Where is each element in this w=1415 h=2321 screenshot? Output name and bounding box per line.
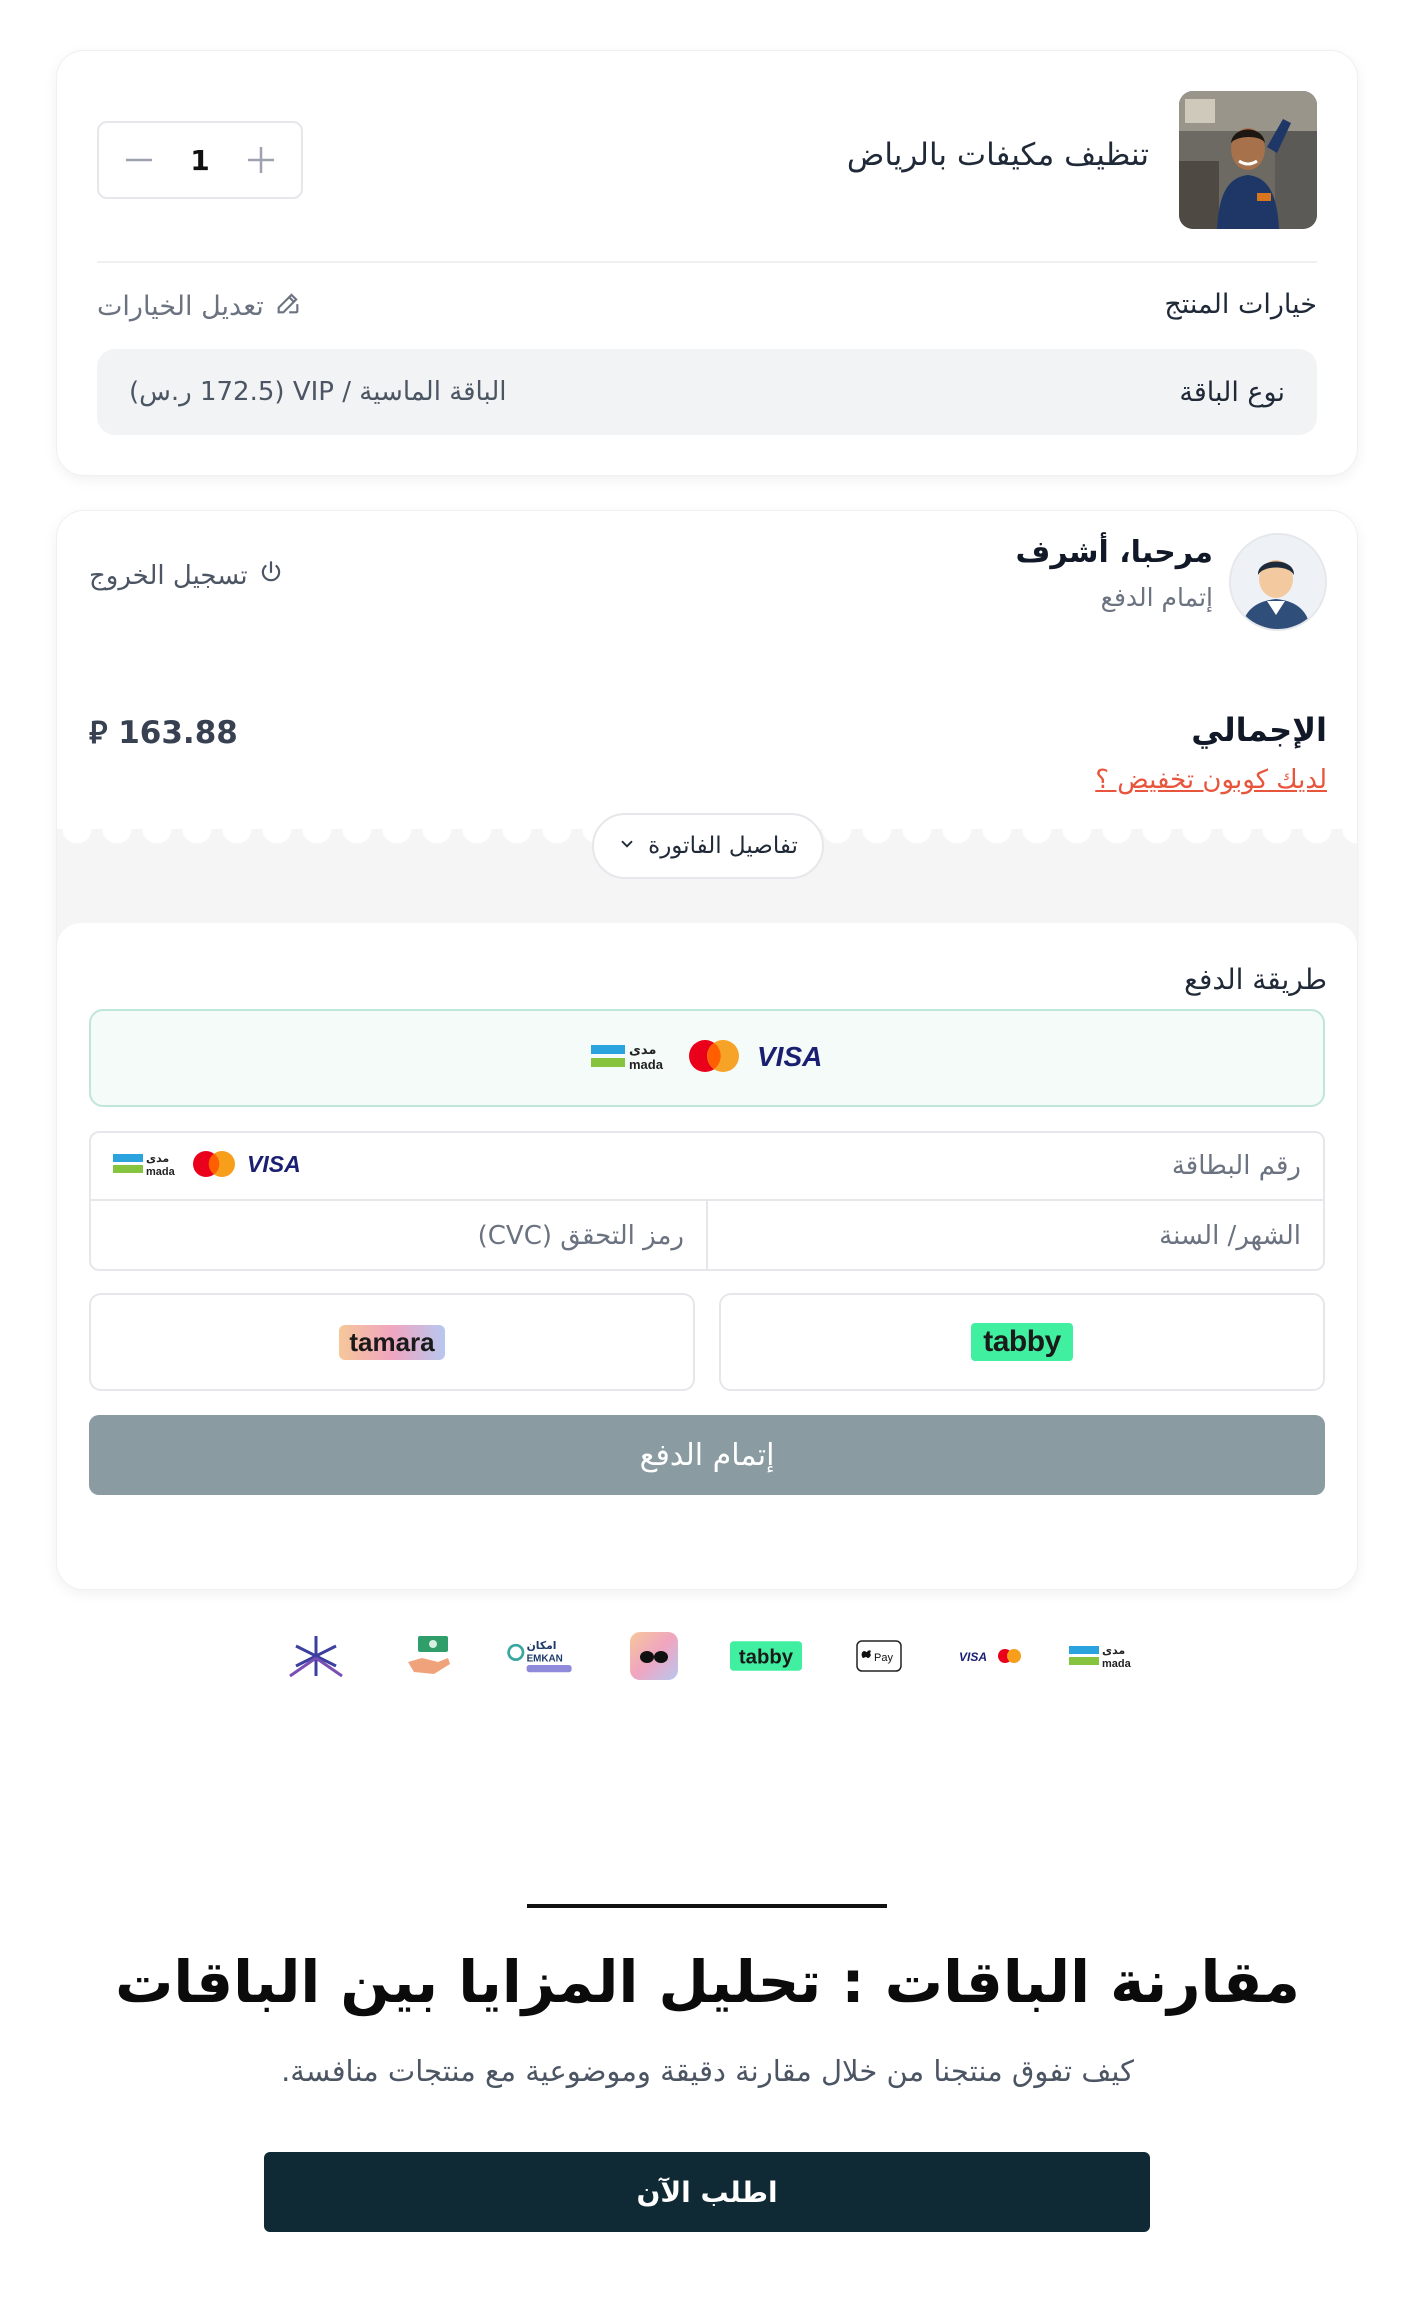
svg-text:VISA: VISA (959, 1650, 987, 1664)
invoice-details-toggle[interactable]: تفاصيل الفاتورة (592, 813, 824, 879)
tabby-logo-icon: tabby (730, 1628, 803, 1684)
card-details-row (91, 1201, 1323, 1271)
option-label: نوع الباقة (1179, 376, 1285, 408)
logout-label: تسجيل الخروج (89, 560, 248, 591)
tamara-app-icon (618, 1628, 690, 1684)
payment-brands-strip: امكان EMKAN tabby Pay VISA مدى mada (280, 1628, 1140, 1684)
svg-text:مدى: مدى (146, 1152, 169, 1165)
mastercard-icon (191, 1150, 237, 1182)
product-name: تنظيف مكيفات بالرياض (846, 137, 1149, 173)
edit-options-label: تعديل الخيارات (97, 291, 264, 322)
svg-text:Pay: Pay (874, 1652, 893, 1664)
quantity-value[interactable]: 1 (190, 144, 209, 177)
svg-text:VISA: VISA (247, 1151, 301, 1177)
mada-logo-icon: مدى mada (591, 1039, 673, 1077)
svg-text:مدى: مدى (629, 1043, 656, 1058)
svg-text:امكان: امكان (527, 1639, 557, 1652)
comparison-title: مقارنة الباقات : تحليل المزايا بين الباق… (115, 1948, 1300, 2016)
cvc-cell (91, 1201, 706, 1271)
product-options-title: خيارات المنتج (1164, 289, 1317, 320)
greeting: مرحبا، أشرف (1015, 535, 1213, 570)
logout-button[interactable]: تسجيل الخروج (89, 559, 284, 592)
avatar (1229, 533, 1327, 631)
svg-text:EMKAN: EMKAN (527, 1653, 563, 1664)
emkan-logo-icon: امكان EMKAN (505, 1628, 577, 1684)
tamara-option[interactable]: tamara (89, 1293, 695, 1391)
product-image (1179, 91, 1317, 229)
svg-text:mada: mada (629, 1057, 664, 1072)
mada-logo-icon: مدى mada (1068, 1628, 1140, 1684)
tabby-option[interactable]: tabby (719, 1293, 1325, 1391)
visa-icon: VISA (245, 1150, 303, 1182)
tabby-logo: tabby (971, 1323, 1073, 1361)
divider (97, 261, 1317, 263)
section-divider (527, 1904, 887, 1908)
card-number-input[interactable] (701, 1151, 1301, 1181)
option-value: الباقة الماسية / VIP (172.5 ر.س) (129, 377, 507, 407)
power-icon (258, 559, 284, 592)
chevron-down-icon (618, 833, 636, 859)
cash-on-delivery-icon (393, 1628, 465, 1684)
saudi-star-logo-icon (280, 1628, 352, 1684)
increase-quantity-button[interactable] (243, 142, 279, 178)
svg-text:mada: mada (146, 1166, 176, 1178)
decrease-quantity-button[interactable] (121, 142, 157, 178)
expiry-input[interactable] (730, 1221, 1301, 1251)
svg-text:مدى: مدى (1102, 1644, 1125, 1657)
expiry-cell (706, 1201, 1323, 1271)
tamara-logo: tamara (339, 1324, 445, 1360)
visa-mastercard-icon: VISA (955, 1628, 1027, 1684)
order-now-button[interactable]: اطلب الآن (264, 2152, 1150, 2232)
pencil-icon (274, 289, 302, 324)
svg-text:VISA: VISA (757, 1041, 822, 1072)
invoice-details-label: تفاصيل الفاتورة (648, 833, 798, 859)
comparison-subtitle: كيف تفوق منتجنا من خلال مقارنة دقيقة ومو… (281, 2054, 1134, 2088)
card-fields: مدى mada VISA (89, 1131, 1325, 1271)
mada-logo-icon: مدى mada (113, 1150, 183, 1182)
card-payment-option[interactable]: مدى mada VISA (89, 1009, 1325, 1107)
payment-panel: طريقة الدفع مدى mada VISA رقم البطاقة مد… (57, 923, 1357, 1589)
total-label: الإجمالي (1191, 711, 1327, 749)
payment-method-title: طريقة الدفع (1184, 963, 1327, 996)
complete-payment-button[interactable]: إتمام الدفع (89, 1415, 1325, 1495)
option-row: نوع الباقة الباقة الماسية / VIP (172.5 ر… (97, 349, 1317, 435)
coupon-link[interactable]: لديك كوبون تخفيض ؟ (1095, 765, 1327, 795)
mastercard-icon (687, 1039, 741, 1077)
visa-icon: VISA (755, 1039, 823, 1077)
apple-pay-icon: Pay (843, 1628, 915, 1684)
svg-text:tabby: tabby (739, 1646, 794, 1668)
checkout-step: إتمام الدفع (1100, 583, 1213, 612)
edit-options-button[interactable]: تعديل الخيارات (97, 289, 302, 324)
card-brand-logos: مدى mada VISA (113, 1150, 303, 1182)
cvc-input[interactable] (113, 1221, 684, 1251)
checkout-card: مرحبا، أشرف إتمام الدفع تسجيل الخروج الإ… (56, 510, 1358, 1590)
card-number-row: مدى mada VISA (91, 1133, 1323, 1201)
total-value: ⃁ 163.88 (89, 715, 238, 751)
svg-text:mada: mada (1102, 1658, 1132, 1670)
product-card: تنظيف مكيفات بالرياض 1 خيارات المنتج تعد… (56, 50, 1358, 476)
quantity-stepper: 1 (97, 121, 303, 199)
